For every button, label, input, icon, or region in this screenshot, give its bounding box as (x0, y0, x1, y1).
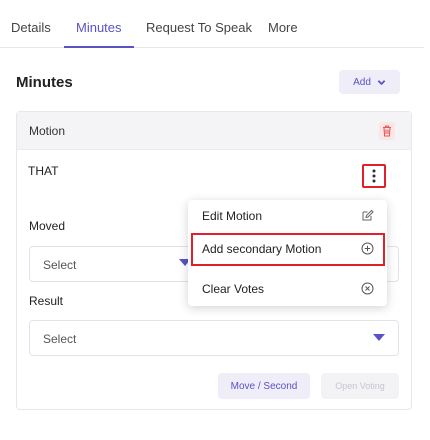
motion-text: THAT (28, 164, 59, 178)
result-select[interactable]: Select (29, 320, 399, 356)
x-circle-icon (361, 282, 374, 295)
menu-item-label: Clear Votes (202, 282, 265, 296)
result-select-value: Select (43, 332, 77, 346)
active-tab-indicator (64, 46, 134, 48)
moved-label: Moved (29, 219, 66, 233)
move-second-button[interactable]: Move / Second (218, 373, 310, 399)
kebab-menu-icon (372, 169, 376, 183)
result-label: Result (29, 294, 64, 308)
chevron-down-icon (377, 79, 386, 85)
menu-item-label: Add secondary Motion (202, 242, 322, 256)
menu-item-edit-motion[interactable]: Edit Motion (188, 200, 387, 233)
add-button[interactable]: Add (339, 70, 400, 94)
tab-more[interactable]: More (268, 20, 298, 35)
plus-circle-icon (361, 242, 374, 255)
tab-details[interactable]: Details (11, 20, 51, 35)
trash-icon[interactable] (379, 122, 395, 140)
motion-header-label: Motion (29, 124, 66, 138)
menu-item-add-secondary-motion[interactable]: Add secondary Motion (191, 233, 385, 266)
open-voting-button: Open Voting (321, 373, 399, 399)
motion-card-header: Motion (17, 112, 411, 150)
more-options-button[interactable] (362, 164, 386, 188)
edit-icon (362, 209, 374, 221)
section-title: Minutes (16, 74, 73, 91)
tab-minutes[interactable]: Minutes (76, 20, 122, 35)
menu-item-label: Edit Motion (202, 209, 263, 223)
tab-request-to-speak[interactable]: Request To Speak (146, 20, 252, 35)
tab-bar: Details Minutes Request To Speak More (0, 0, 424, 48)
motion-context-menu: Edit Motion Add secondary Motion Clear V… (188, 200, 387, 306)
menu-item-clear-votes[interactable]: Clear Votes (188, 273, 387, 306)
add-button-label: Add (353, 76, 371, 88)
caret-down-icon (373, 334, 385, 341)
moved-select-value: Select (43, 258, 77, 272)
